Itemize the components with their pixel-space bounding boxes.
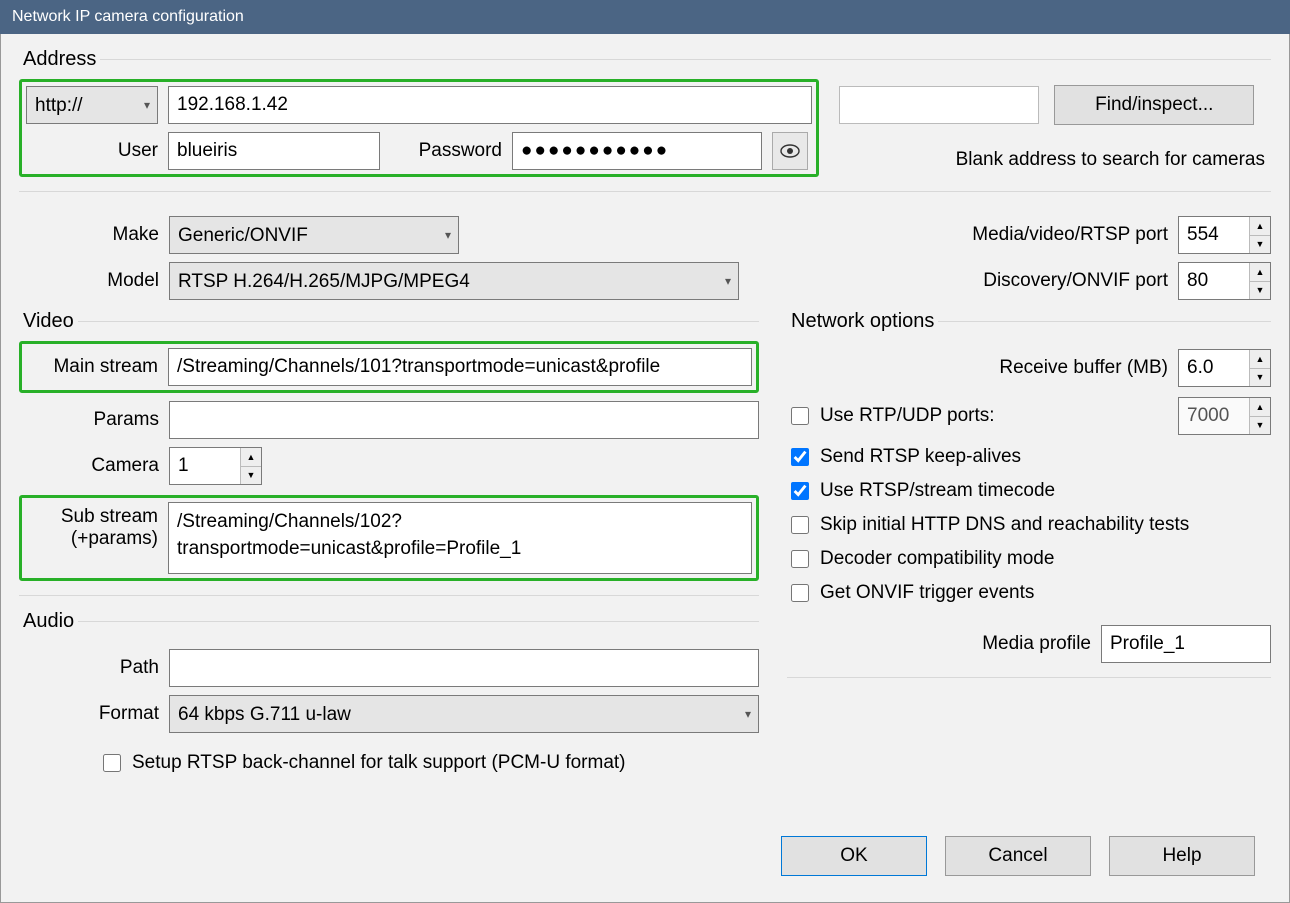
timecode-checkbox[interactable] [791,482,809,500]
password-input[interactable] [512,132,762,170]
keepalive-label: Send RTSP keep-alives [820,446,1021,468]
spin-up-icon[interactable]: ▲ [1250,350,1270,369]
spin-up-icon[interactable]: ▲ [1250,263,1270,282]
address-input[interactable] [168,86,812,124]
titlebar: Network IP camera configuration [0,0,1290,34]
backchannel-label: Setup RTSP back-channel for talk support… [132,752,626,774]
address-hint: Blank address to search for cameras [839,149,1271,171]
decoder-compat-checkbox[interactable] [791,550,809,568]
camera-spinner[interactable]: ▲▼ [169,447,262,485]
media-profile-input[interactable] [1101,625,1271,663]
main-stream-input[interactable] [168,348,752,386]
rtp-udp-checkbox[interactable] [791,407,809,425]
address-group: Address http:// ▾ User Password [19,48,1271,192]
sub-stream-label: Sub stream (+params) [26,502,158,550]
onvif-events-checkbox[interactable] [791,584,809,602]
skip-dns-label: Skip initial HTTP DNS and reachability t… [820,514,1189,536]
video-legend: Video [19,310,78,333]
keepalive-checkbox[interactable] [791,448,809,466]
onvif-port-label: Discovery/ONVIF port [983,270,1168,292]
spin-up-icon[interactable]: ▲ [1250,217,1270,236]
cancel-button[interactable]: Cancel [945,836,1091,876]
spin-down-icon[interactable]: ▼ [1250,282,1270,300]
address-legend: Address [19,48,100,71]
rtp-port-spinner[interactable]: ▲▼ [1178,397,1271,435]
audio-path-label: Path [19,657,159,679]
audio-format-label: Format [19,703,159,725]
onvif-events-label: Get ONVIF trigger events [820,582,1034,604]
spin-up-icon[interactable]: ▲ [241,448,261,467]
audio-legend: Audio [19,610,78,633]
network-options-legend: Network options [787,310,938,333]
main-stream-label: Main stream [26,356,158,378]
find-inspect-button[interactable]: Find/inspect... [1054,85,1254,125]
window-body: Address http:// ▾ User Password [0,34,1290,903]
spin-down-icon[interactable]: ▼ [1250,236,1270,254]
skip-dns-checkbox[interactable] [791,516,809,534]
spin-down-icon[interactable]: ▼ [1250,369,1270,387]
rtp-udp-label: Use RTP/UDP ports: [820,405,1170,427]
video-group: Video Main stream Params Camera ▲▼ [19,310,759,596]
ok-button[interactable]: OK [781,836,927,876]
buffer-label: Receive buffer (MB) [999,357,1168,379]
make-select[interactable]: Generic/ONVIF [169,216,459,254]
camera-input[interactable] [170,448,240,484]
user-label: User [26,140,158,162]
params-input[interactable] [169,401,759,439]
make-label: Make [19,224,159,246]
window-title: Network IP camera configuration [12,8,244,26]
buffer-spinner[interactable]: ▲▼ [1178,349,1271,387]
sub-stream-highlight: Sub stream (+params) /Streaming/Channels… [19,495,759,581]
rtsp-port-label: Media/video/RTSP port [972,224,1168,246]
sub-stream-input[interactable]: /Streaming/Channels/102?transportmode=un… [168,502,752,574]
protocol-select[interactable]: http:// [26,86,158,124]
address-highlight: http:// ▾ User Password [19,79,819,177]
address-extra-input[interactable] [839,86,1039,124]
audio-format-select[interactable]: 64 kbps G.711 u-law [169,695,759,733]
rtp-port-input[interactable] [1179,398,1249,434]
camera-label: Camera [19,455,159,477]
onvif-port-spinner[interactable]: ▲▼ [1178,262,1271,300]
spin-up-icon[interactable]: ▲ [1250,398,1270,417]
rtsp-port-spinner[interactable]: ▲▼ [1178,216,1271,254]
reveal-password-button[interactable] [772,132,808,170]
model-label: Model [19,270,159,292]
rtsp-port-input[interactable] [1179,217,1249,253]
backchannel-checkbox[interactable] [103,754,121,772]
audio-group: Audio Path Format 64 kbps G.711 u-law ▾ … [19,610,759,789]
onvif-port-input[interactable] [1179,263,1249,299]
user-input[interactable] [168,132,380,170]
spin-down-icon[interactable]: ▼ [1250,417,1270,435]
params-label: Params [19,409,159,431]
help-button[interactable]: Help [1109,836,1255,876]
buffer-input[interactable] [1179,350,1249,386]
timecode-label: Use RTSP/stream timecode [820,480,1055,502]
spin-down-icon[interactable]: ▼ [241,467,261,485]
dialog-buttons: OK Cancel Help [781,836,1255,876]
media-profile-label: Media profile [982,633,1091,655]
decoder-compat-label: Decoder compatibility mode [820,548,1054,570]
audio-path-input[interactable] [169,649,759,687]
network-options-group: Network options Receive buffer (MB) ▲▼ U… [787,310,1271,678]
eye-icon [780,144,800,158]
model-select[interactable]: RTSP H.264/H.265/MJPG/MPEG4 [169,262,739,300]
main-stream-highlight: Main stream [19,341,759,393]
password-label: Password [390,140,502,162]
